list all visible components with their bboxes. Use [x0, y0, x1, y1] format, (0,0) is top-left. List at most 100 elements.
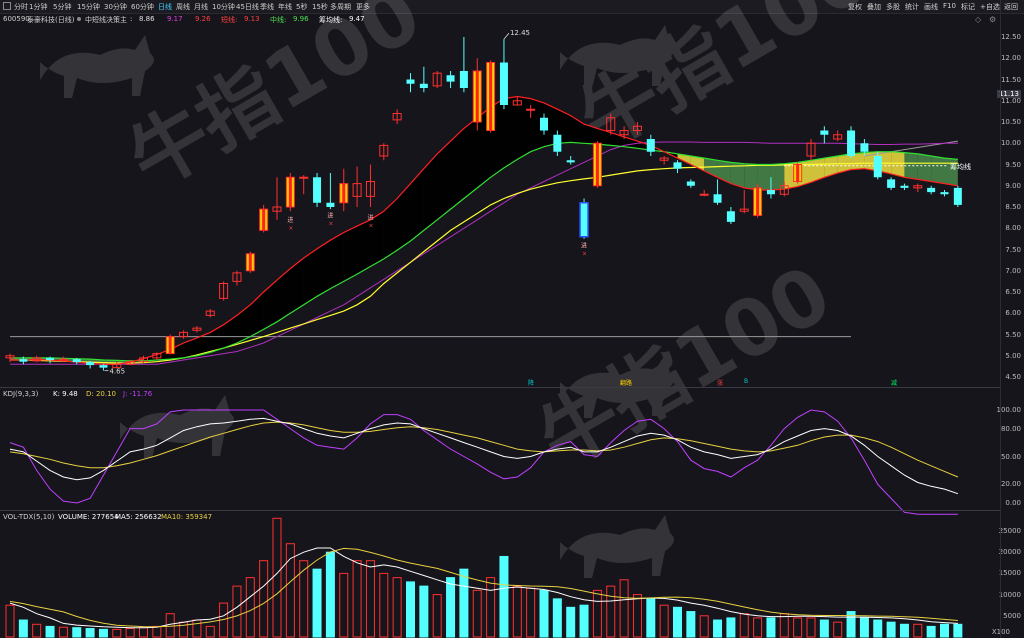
- candle[interactable]: [365, 164, 375, 208]
- volume-bar: [646, 598, 656, 638]
- kdj-axis-label: 20.00: [1000, 480, 1021, 489]
- volume-axis-label: 10000: [998, 590, 1021, 599]
- price-axis-label: 7.00: [1005, 266, 1021, 275]
- candle[interactable]: [472, 58, 482, 131]
- candle[interactable]: [566, 156, 575, 165]
- candle[interactable]: [806, 139, 816, 161]
- candle[interactable]: [847, 126, 856, 159]
- trend-band-segment: [397, 183, 411, 251]
- candle[interactable]: [820, 126, 829, 144]
- candle[interactable]: [833, 130, 843, 142]
- volume-bar: [913, 623, 923, 638]
- candle[interactable]: [99, 364, 108, 371]
- price-axis-label: 9.50: [1005, 160, 1021, 169]
- candle[interactable]: [392, 109, 402, 125]
- candle[interactable]: [459, 37, 468, 93]
- price-axis-label: 12.50: [1000, 33, 1021, 41]
- candle[interactable]: [927, 185, 936, 195]
- candle[interactable]: [285, 173, 295, 212]
- candle[interactable]: [313, 173, 322, 207]
- stock-chart[interactable]: 牛指100 牛指100牛指10012.454.65进×进×进×进×筹均线: [0, 0, 1024, 638]
- candle[interactable]: [352, 166, 362, 207]
- candle-body: [526, 108, 536, 111]
- volume-bar: [699, 615, 709, 638]
- kdj-axis-label: 0.00: [1005, 499, 1021, 507]
- bull-silhouette-icon: [560, 515, 674, 578]
- separator-volume: [0, 510, 1000, 511]
- candle-body: [646, 139, 655, 152]
- candle[interactable]: [299, 175, 309, 195]
- signal-label-0: 降: [528, 380, 535, 387]
- price-axis-label: 9.00: [1005, 181, 1021, 190]
- candle-body: [887, 179, 896, 188]
- volume-bar: [819, 619, 829, 638]
- candle[interactable]: [245, 251, 255, 273]
- signal-label-3: B: [744, 378, 749, 385]
- candle[interactable]: [753, 183, 763, 218]
- candle[interactable]: [887, 177, 896, 190]
- trend-band-segment: [904, 152, 918, 180]
- volume-bar: [766, 617, 776, 638]
- volume-bar: [406, 581, 415, 638]
- volume-bar: [793, 617, 803, 638]
- candle-body: [99, 365, 108, 368]
- cross-marker: ×: [288, 225, 293, 232]
- low-price-label: 4.65: [109, 368, 125, 376]
- trend-band-segment: [343, 226, 358, 282]
- volume-ma10: MA10: 359347: [161, 513, 213, 521]
- cross-marker: ×: [328, 221, 333, 228]
- trend-band-segment: [423, 153, 438, 231]
- candle[interactable]: [659, 156, 669, 165]
- candle[interactable]: [219, 281, 229, 301]
- candle[interactable]: [673, 160, 682, 173]
- volume-bar: [726, 617, 736, 638]
- candle[interactable]: [726, 207, 735, 224]
- candle[interactable]: [179, 330, 189, 339]
- candle[interactable]: [259, 204, 269, 233]
- candle[interactable]: [913, 183, 923, 193]
- high-price-label: 12.45: [510, 29, 530, 37]
- candle-body: [72, 359, 81, 363]
- candle[interactable]: [900, 183, 909, 190]
- candle[interactable]: [580, 198, 589, 239]
- price-axis-label: 6.50: [1005, 288, 1021, 296]
- candle[interactable]: [165, 334, 175, 355]
- volume-bar: [339, 572, 349, 638]
- volume-bar: [486, 577, 496, 638]
- candle[interactable]: [499, 39, 508, 110]
- candle[interactable]: [232, 270, 242, 286]
- candle[interactable]: [446, 71, 455, 88]
- volume-bar: [899, 623, 909, 638]
- candle-body-core: [262, 209, 266, 231]
- candle-body-core: [248, 253, 252, 271]
- candle[interactable]: [419, 66, 428, 93]
- candle[interactable]: [339, 168, 349, 212]
- candle[interactable]: [432, 71, 442, 88]
- candle[interactable]: [326, 173, 335, 210]
- volume-axis-label: 15000: [998, 569, 1021, 578]
- volume-bar: [566, 606, 576, 638]
- candle[interactable]: [272, 177, 282, 220]
- candle[interactable]: [699, 190, 709, 197]
- volume-bar: [192, 619, 202, 638]
- candle-body: [58, 358, 68, 361]
- candle[interactable]: [406, 73, 415, 93]
- expand-chevron-icon[interactable]: ◇: [975, 15, 981, 24]
- candle[interactable]: [940, 190, 949, 197]
- candle[interactable]: [686, 179, 695, 188]
- candle[interactable]: [379, 143, 389, 161]
- volume-bar: [72, 627, 82, 638]
- candle[interactable]: [953, 185, 962, 207]
- volume-bar: [873, 619, 883, 638]
- candle[interactable]: [793, 162, 803, 184]
- candle[interactable]: [739, 190, 749, 214]
- candle[interactable]: [592, 141, 602, 188]
- settings-gear-icon[interactable]: ⚙: [989, 15, 996, 24]
- price-axis-label: 8.50: [1005, 203, 1021, 211]
- candle[interactable]: [205, 309, 215, 318]
- candle[interactable]: [486, 60, 496, 133]
- candle[interactable]: [713, 179, 722, 205]
- candle[interactable]: [5, 353, 15, 363]
- candle[interactable]: [192, 326, 202, 333]
- volume-bar: [512, 585, 522, 638]
